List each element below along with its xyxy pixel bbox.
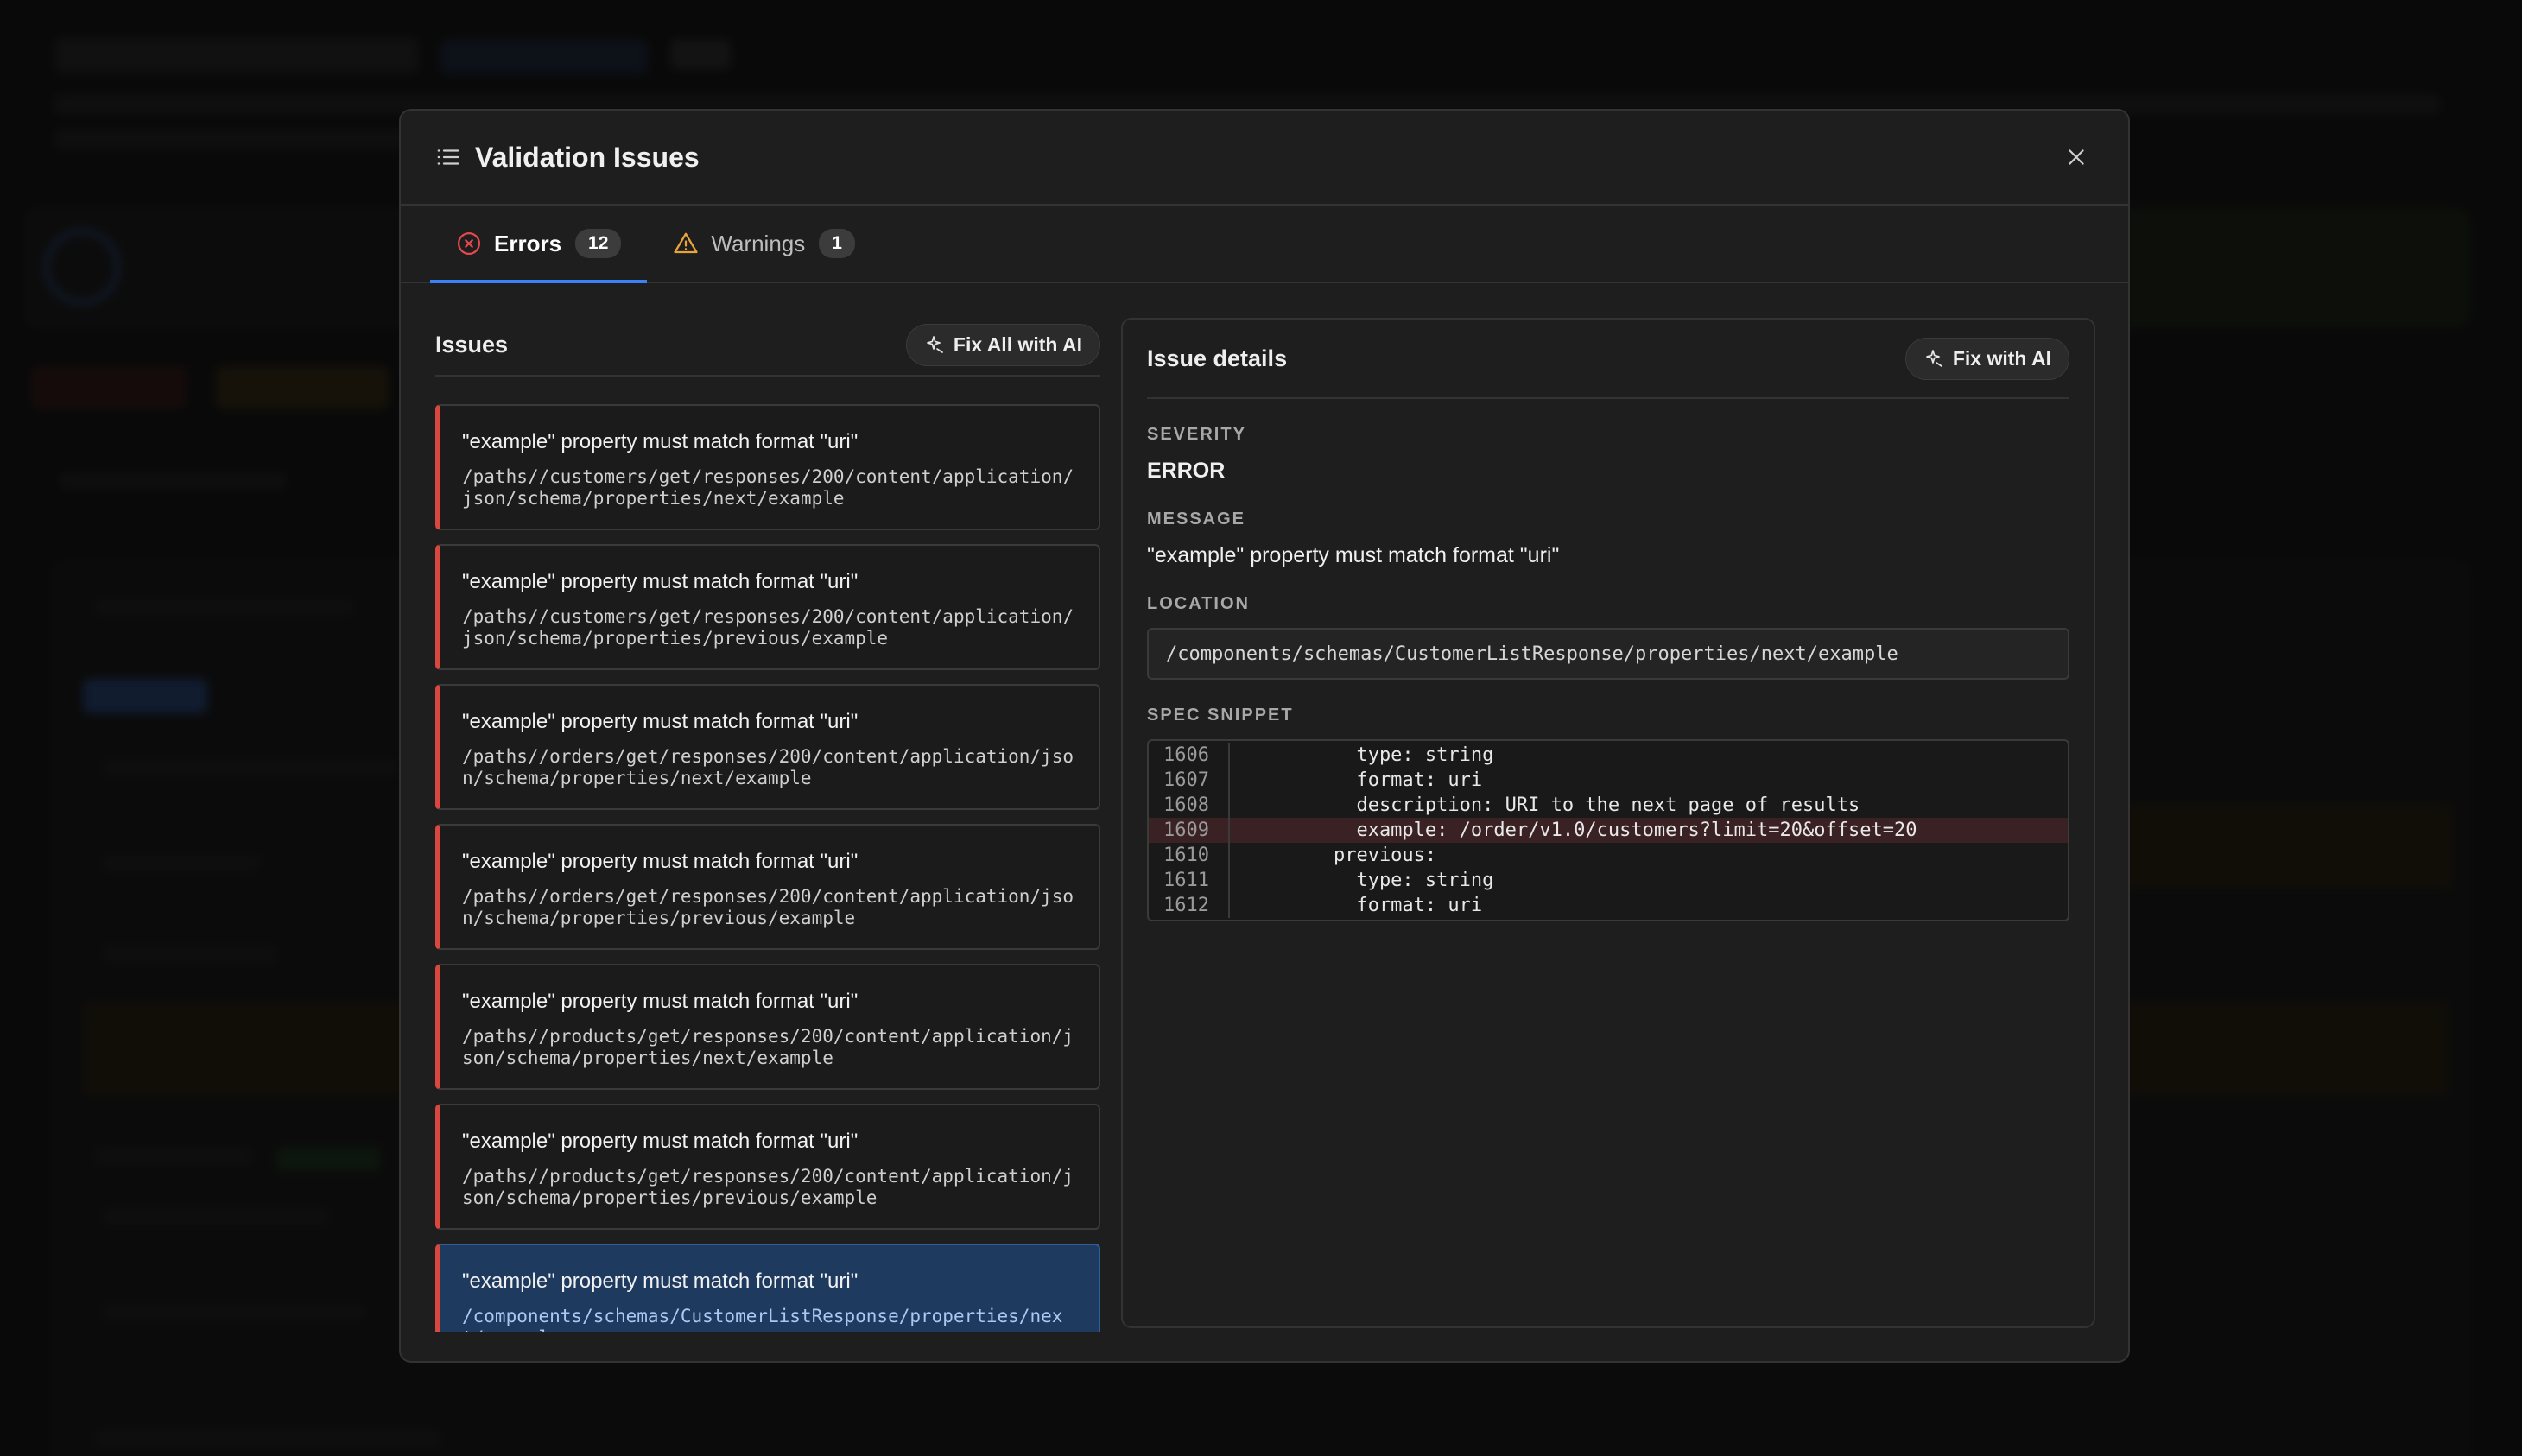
- issue-item[interactable]: "example" property must match format "ur…: [435, 544, 1100, 670]
- issue-item[interactable]: "example" property must match format "ur…: [435, 404, 1100, 530]
- modal-title: Validation Issues: [475, 141, 700, 173]
- code-line-highlighted: 1609 example: /order/v1.0/customers?limi…: [1149, 818, 2068, 843]
- issue-message: "example" property must match format "ur…: [462, 1269, 859, 1293]
- issue-item[interactable]: "example" property must match format "ur…: [435, 964, 1100, 1090]
- code-text: format: uri: [1242, 895, 1483, 916]
- code-text: previous:: [1242, 845, 1437, 866]
- error-count-badge: 12: [575, 229, 622, 258]
- issue-tabs: Errors 12 Warnings 1: [401, 206, 2128, 283]
- spec-snippet-label: SPEC SNIPPET: [1147, 706, 1294, 725]
- issue-path: /paths//customers/get/responses/200/cont…: [462, 466, 1074, 509]
- issue-message: "example" property must match format "ur…: [462, 1130, 859, 1153]
- fix-all-label: Fix All with AI: [953, 332, 1082, 356]
- issue-details-title: Issue details: [1147, 345, 1288, 371]
- message-label: MESSAGE: [1147, 510, 1246, 529]
- message-value: "example" property must match format "ur…: [1147, 543, 1560, 567]
- line-number: 1606: [1149, 743, 1230, 768]
- tab-label: Warnings: [711, 230, 806, 256]
- line-number: 1612: [1149, 893, 1230, 918]
- issues-panel-header: Issues Fix All with AI: [435, 314, 1100, 377]
- warning-triangle-icon: [674, 232, 699, 254]
- code-line: 1606 type: string: [1149, 743, 2068, 768]
- issue-message: "example" property must match format "ur…: [462, 570, 859, 593]
- tab-warnings[interactable]: Warnings 1: [647, 206, 881, 282]
- issue-message: "example" property must match format "ur…: [462, 710, 859, 733]
- tab-errors[interactable]: Errors 12: [430, 206, 648, 283]
- spec-snippet[interactable]: 1606 type: string 1607 format: uri 1608 …: [1147, 739, 2069, 921]
- close-icon: [2069, 149, 2084, 165]
- fix-with-ai-button[interactable]: Fix with AI: [1904, 337, 2069, 380]
- tab-label: Errors: [494, 230, 562, 256]
- issue-message: "example" property must match format "ur…: [462, 850, 859, 873]
- issue-path: /paths//orders/get/responses/200/content…: [462, 746, 1074, 788]
- line-number: 1610: [1149, 843, 1230, 868]
- issue-item[interactable]: "example" property must match format "ur…: [435, 684, 1100, 810]
- line-number: 1611: [1149, 868, 1230, 893]
- location-value[interactable]: /components/schemas/CustomerListResponse…: [1147, 628, 2069, 680]
- location-label: LOCATION: [1147, 594, 1250, 613]
- modal-header: Validation Issues: [401, 111, 2128, 206]
- fix-all-with-ai-button[interactable]: Fix All with AI: [905, 323, 1100, 366]
- issues-panel: Issues Fix All with AI "example" propert…: [435, 314, 1100, 1361]
- issue-path: /paths//products/get/responses/200/conte…: [462, 1166, 1074, 1208]
- issue-path: /paths//products/get/responses/200/conte…: [462, 1026, 1074, 1068]
- issue-list: "example" property must match format "ur…: [435, 404, 1100, 1332]
- issue-details-header: Issue details Fix with AI: [1147, 320, 2069, 399]
- issue-item-selected[interactable]: "example" property must match format "ur…: [435, 1244, 1100, 1332]
- issue-item[interactable]: "example" property must match format "ur…: [435, 1104, 1100, 1230]
- code-text: type: string: [1242, 744, 1494, 766]
- issue-message: "example" property must match format "ur…: [462, 990, 859, 1013]
- code-text: description: URI to the next page of res…: [1242, 794, 1860, 816]
- list-icon: [437, 149, 459, 165]
- code-line: 1607 format: uri: [1149, 768, 2068, 793]
- sparkle-icon: [1925, 350, 1942, 367]
- issue-message: "example" property must match format "ur…: [462, 430, 859, 453]
- issue-path: /paths//orders/get/responses/200/content…: [462, 886, 1074, 928]
- code-text: type: string: [1242, 870, 1494, 891]
- line-number: 1609: [1149, 818, 1230, 843]
- fix-with-ai-label: Fix with AI: [1952, 346, 2051, 370]
- line-number: 1608: [1149, 793, 1230, 818]
- issues-panel-title: Issues: [435, 331, 509, 358]
- issue-item[interactable]: "example" property must match format "ur…: [435, 824, 1100, 950]
- severity-label: SEVERITY: [1147, 425, 1246, 444]
- issue-path: /components/schemas/CustomerListResponse…: [462, 1306, 1063, 1332]
- code-line: 1611 type: string: [1149, 868, 2068, 893]
- code-line: 1612 format: uri: [1149, 893, 2068, 918]
- line-number: 1607: [1149, 768, 1230, 793]
- issue-details-panel: Issue details Fix with AI SEVERITY ERROR…: [1121, 318, 2095, 1328]
- validation-issues-modal: Validation Issues Errors 12 Warnings 1 I…: [399, 109, 2130, 1363]
- close-button[interactable]: [2059, 140, 2094, 174]
- warning-count-badge: 1: [819, 229, 855, 258]
- severity-value: ERROR: [1147, 459, 1226, 483]
- code-line: 1608 description: URI to the next page o…: [1149, 793, 2068, 818]
- sparkle-icon: [927, 336, 943, 353]
- code-text: example: /order/v1.0/customers?limit=20&…: [1242, 820, 1917, 841]
- error-circle-icon: [458, 232, 480, 255]
- issue-path: /paths//customers/get/responses/200/cont…: [462, 606, 1074, 649]
- code-text: format: uri: [1242, 769, 1483, 791]
- code-line: 1610 previous:: [1149, 843, 2068, 868]
